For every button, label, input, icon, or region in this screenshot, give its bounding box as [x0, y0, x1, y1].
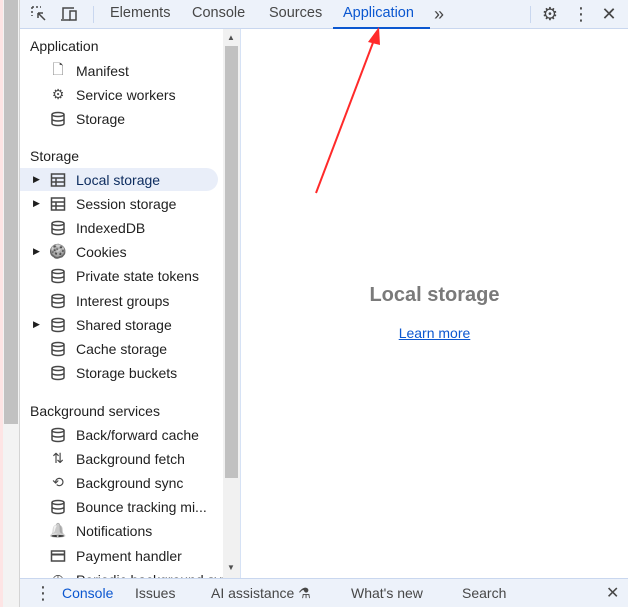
sync-icon: ⟲ [52, 474, 64, 490]
gear-icon[interactable]: ⚙ [540, 4, 560, 24]
card-icon [49, 547, 67, 565]
more-options-icon[interactable]: ⋮ [571, 4, 591, 24]
database-icon [49, 426, 67, 444]
database-icon [49, 110, 67, 128]
database-icon [49, 364, 67, 382]
sidebar-item-background-sync[interactable]: ⟲ Background sync [20, 471, 218, 494]
sidebar-item-label: Cache storage [76, 340, 168, 357]
flask-icon: ⚗ [298, 585, 311, 601]
sidebar-item-bounce-tracking-mi[interactable]: Bounce tracking mi... [20, 495, 218, 518]
sidebar-scrollbar[interactable]: ▲ ▼ [223, 29, 240, 578]
sidebar-item-notifications[interactable]: 🔔 Notifications [20, 519, 218, 542]
sidebar-item-cookies[interactable]: ▶ 🍪 Cookies [20, 240, 218, 263]
scrollbar-thumb[interactable] [225, 46, 238, 478]
sidebar-item-label: Cookies [76, 243, 127, 260]
sidebar-item-periodic-background-sync[interactable]: ◷Periodic background sync [20, 568, 236, 578]
gears-icon: ⚙ [51, 86, 65, 102]
sidebar-item-cache-storage[interactable]: Cache storage [20, 337, 218, 360]
tab-elements[interactable]: Elements [100, 0, 180, 29]
clock-icon: ◷ [49, 571, 67, 578]
devtools-toolbar: Elements Console Sources Application » ⚙… [20, 0, 628, 29]
database-icon [49, 292, 67, 310]
sidebar-item-local-storage[interactable]: ▶ Local storage [20, 168, 218, 191]
table-icon [49, 195, 67, 213]
drawer-menu-icon[interactable]: ⋮ [34, 579, 52, 608]
sidebar-item-session-storage[interactable]: ▶ Session storage [20, 192, 218, 215]
sidebar-item-label: Private state tokens [76, 267, 199, 284]
sidebar-item-label: Interest groups [76, 292, 170, 309]
sidebar-item-background-fetch[interactable]: ⇅ Background fetch [20, 447, 218, 470]
sidebar-item-payment-handler[interactable]: Payment handler [20, 544, 218, 567]
table-icon [49, 171, 67, 189]
sidebar-item-label: Background fetch [76, 450, 185, 467]
sidebar-item-label: Background sync [76, 474, 184, 491]
sidebar-item-label: Storage buckets [76, 364, 178, 381]
sidebar-item-label: Notifications [76, 522, 153, 539]
expand-triangle-icon[interactable]: ▶ [33, 246, 40, 257]
file-icon: 🗋 [52, 60, 64, 77]
sidebar-item-indexeddb[interactable]: IndexedDB [20, 216, 218, 239]
left-scrollbar[interactable] [0, 0, 20, 607]
sidebar-item-label: Service workers [76, 86, 176, 103]
drawer-tab-search[interactable]: Search [462, 579, 506, 608]
drawer-tab-console[interactable]: Console [62, 579, 113, 608]
sidebar-item-label: Shared storage [76, 316, 172, 333]
scrollbar-thumb[interactable] [4, 0, 18, 424]
drawer-tab-issues[interactable]: Issues [135, 579, 175, 608]
sidebar-item-label: Session storage [76, 195, 177, 212]
section-header: Background services [30, 403, 160, 419]
sidebar-item-storage[interactable]: Storage [20, 107, 218, 130]
arrows-updown-icon: ⇅ [52, 450, 64, 466]
section-header: Storage [30, 148, 80, 164]
sidebar-item-label: Back/forward cache [76, 426, 199, 443]
tab-console[interactable]: Console [182, 0, 255, 29]
learn-more-link[interactable]: Learn more [241, 325, 628, 341]
sidebar-item-label: Storage [76, 110, 126, 127]
inspect-element-icon[interactable] [29, 4, 49, 24]
cookie-icon: 🍪 [49, 243, 67, 259]
sidebar-item-label: Bounce tracking mi... [76, 498, 207, 515]
sidebar-item-label: IndexedDB [76, 219, 146, 236]
database-icon [49, 267, 67, 285]
device-toolbar-icon[interactable] [59, 4, 79, 24]
sidebar-item-private-state-tokens[interactable]: Private state tokens [20, 264, 218, 287]
main-panel: Local storage Learn more [241, 29, 628, 578]
expand-triangle-icon[interactable]: ▶ [33, 319, 40, 330]
sidebar-item-label: Local storage [76, 171, 161, 188]
drawer-tab-whats-new[interactable]: What's new [351, 579, 423, 608]
close-drawer-icon[interactable]: ✕ [606, 579, 619, 608]
tab-sources[interactable]: Sources [259, 0, 332, 29]
database-icon [49, 340, 67, 358]
more-tabs-icon[interactable]: » [429, 4, 449, 24]
drawer-tab-ai-assistance[interactable]: AI assistance ⚗ [211, 579, 311, 608]
panel-title: Local storage [369, 284, 500, 306]
sidebar-item-label: Manifest [76, 62, 129, 79]
tab-application[interactable]: Application [333, 0, 430, 29]
section-header: Application [30, 38, 99, 54]
application-sidebar: Application 🗋 Manifest ⚙ Service workers Stor… [20, 29, 241, 578]
expand-triangle-icon[interactable]: ▶ [33, 174, 40, 185]
sidebar-item-label: Payment handler [76, 547, 182, 564]
sidebar-item-interest-groups[interactable]: Interest groups [20, 289, 218, 312]
sidebar-item-back-forward-cache[interactable]: Back/forward cache [20, 423, 218, 446]
database-icon [49, 498, 67, 516]
bell-icon: 🔔 [49, 522, 67, 538]
sidebar-item-storage-buckets[interactable]: Storage buckets [20, 361, 218, 384]
close-icon[interactable]: ✕ [599, 4, 619, 24]
drawer-tabbar: ⋮ Console Issues AI assistance ⚗ What's … [20, 578, 628, 607]
sidebar-item-service-workers[interactable]: ⚙ Service workers [20, 83, 218, 106]
sidebar-item-shared-storage[interactable]: ▶ Shared storage [20, 313, 218, 336]
sidebar-item-manifest[interactable]: 🗋 Manifest [20, 59, 218, 82]
tab-label: AI assistance [211, 585, 295, 601]
database-icon [49, 316, 67, 334]
database-icon [49, 219, 67, 237]
expand-triangle-icon[interactable]: ▶ [33, 198, 40, 209]
